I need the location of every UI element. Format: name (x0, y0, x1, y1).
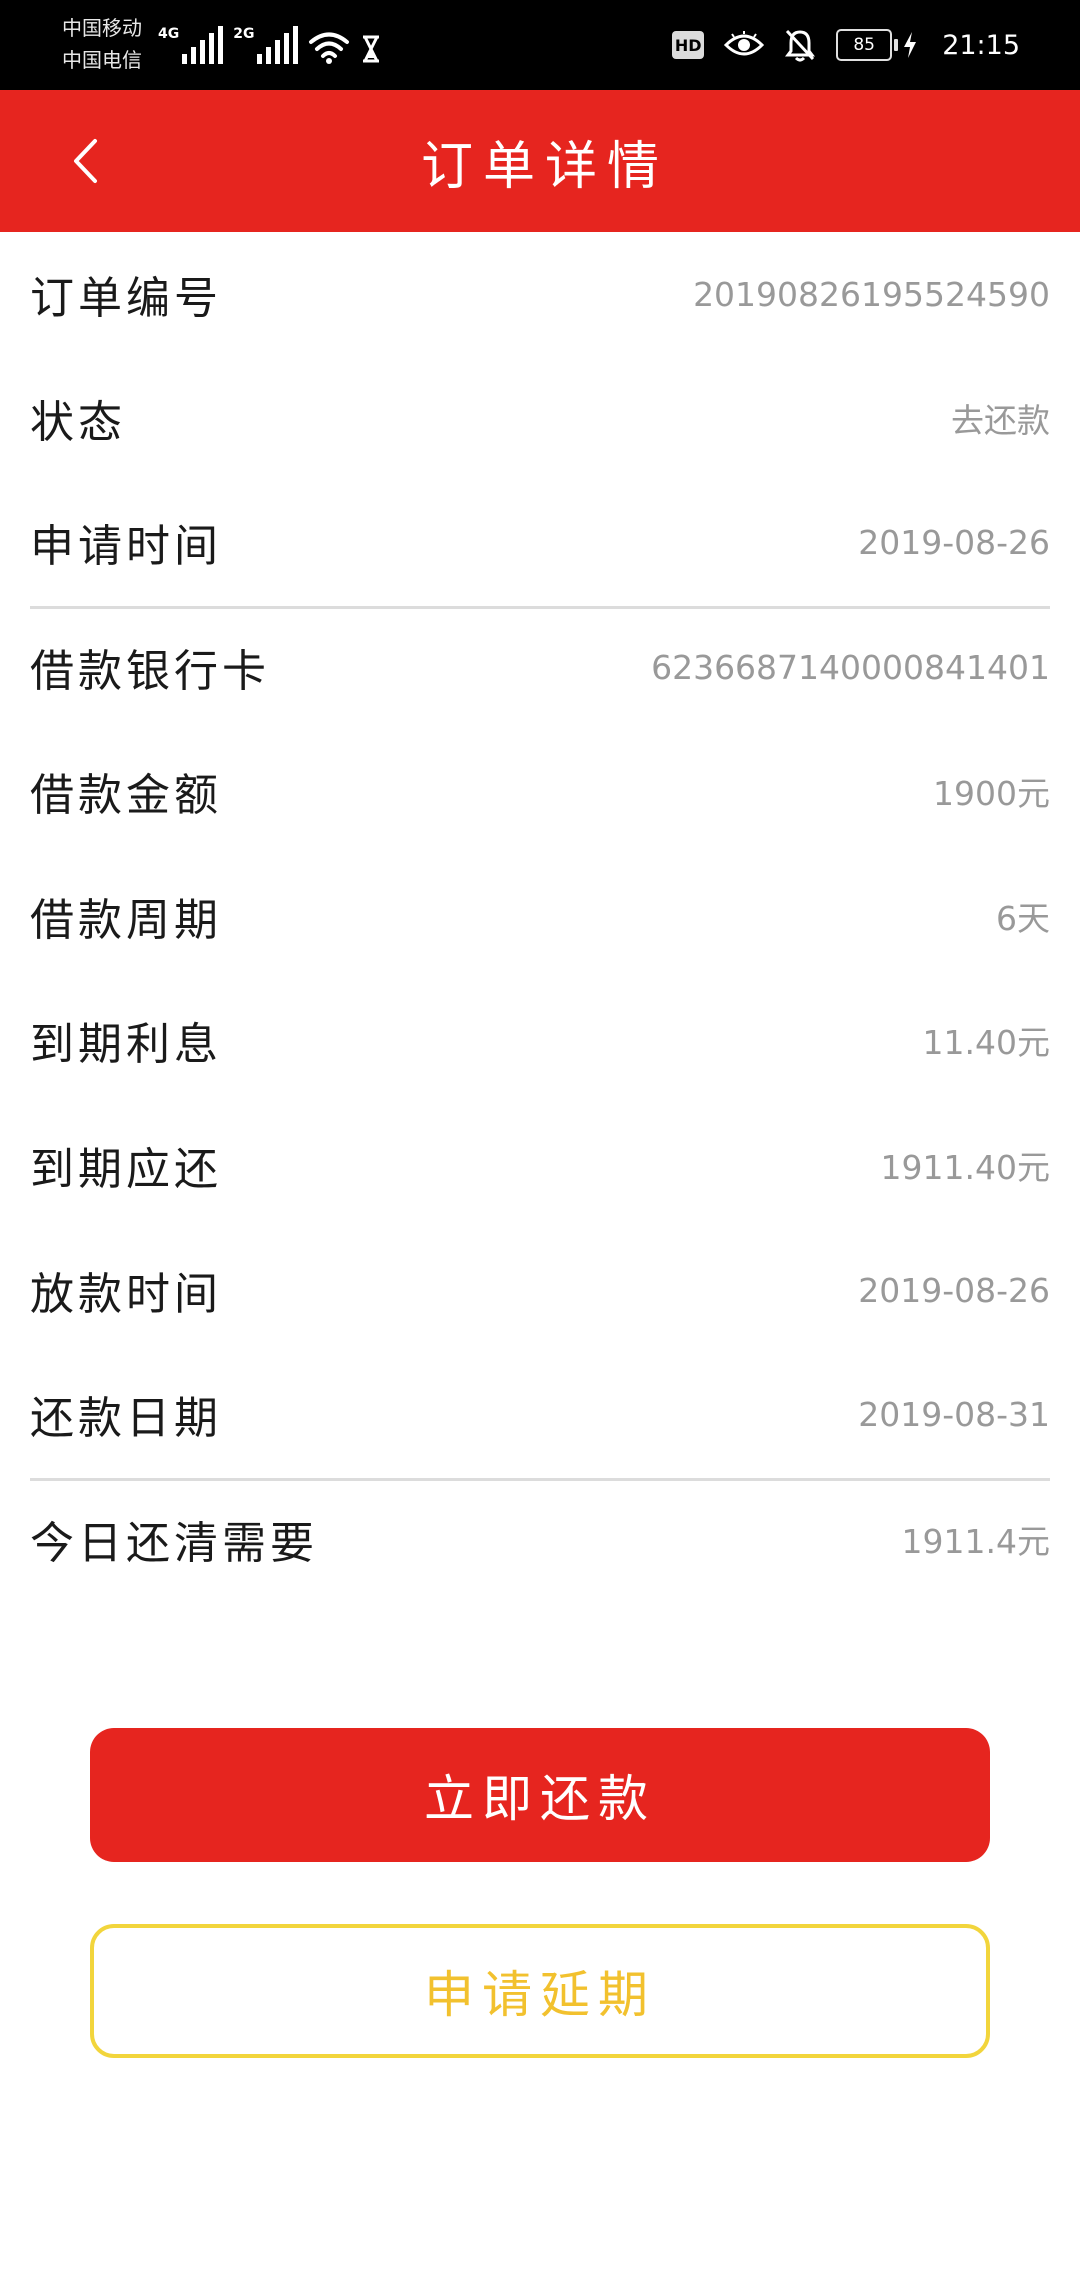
signal-indicators: 4G 2G (158, 22, 382, 64)
page-title: 订单详情 (420, 136, 669, 197)
row-value: 2019-08-31 (858, 1394, 1050, 1434)
row-disburse-time: 放款时间 2019-08-26 (30, 1228, 1050, 1352)
bell-muted-icon (785, 29, 816, 62)
row-label: 订单编号 (30, 273, 222, 324)
row-value: 11.40元 (922, 1023, 1050, 1062)
network-4g-label: 4G (158, 26, 180, 42)
row-label: 借款金额 (30, 770, 222, 821)
apply-extension-button[interactable]: 申请延期 (90, 1924, 990, 2058)
row-value: 2019-08-26 (858, 1270, 1050, 1310)
row-value: 6236687140000841401 (651, 647, 1050, 687)
row-label: 借款银行卡 (30, 646, 270, 697)
row-value: 1900元 (933, 774, 1050, 813)
row-value: 去还款 (951, 401, 1050, 440)
clock: 21:15 (942, 29, 1020, 61)
charging-icon (904, 32, 917, 58)
row-value: 6天 (996, 899, 1050, 938)
hourglass-icon (363, 35, 380, 63)
battery-level: 85 (836, 29, 893, 61)
row-label: 申请时间 (30, 521, 222, 572)
row-apply-time: 申请时间 2019-08-26 (30, 480, 1050, 604)
row-value: 1911.4元 (901, 1522, 1050, 1561)
row-label: 今日还清需要 (30, 1518, 318, 1569)
row-label: 借款周期 (30, 895, 222, 946)
row-repay-date: 还款日期 2019-08-31 (30, 1352, 1050, 1476)
network-2g-label: 2G (233, 26, 255, 42)
row-bank-card: 借款银行卡 6236687140000841401 (30, 605, 1050, 729)
signal-4g-icon: 4G (158, 26, 224, 64)
row-label: 还款日期 (30, 1393, 222, 1444)
eye-icon (724, 31, 765, 56)
row-value: 2019-08-26 (858, 522, 1050, 562)
wifi-icon (309, 32, 350, 64)
hd-badge: HD (672, 31, 705, 59)
row-label: 放款时间 (30, 1269, 222, 1320)
system-indicators: HD 85 21:15 (672, 0, 1020, 90)
row-value: 1911.40元 (880, 1148, 1050, 1187)
signal-2g-icon: 2G (233, 26, 299, 64)
row-label: 到期应还 (30, 1144, 222, 1195)
status-bar: 中国移动 中国电信 4G 2G HD 85 21:15 (0, 0, 1080, 90)
row-interest: 到期利息 11.40元 (30, 978, 1050, 1102)
row-loan-amount: 借款金额 1900元 (30, 729, 1050, 853)
row-label: 到期利息 (30, 1019, 222, 1070)
row-payoff-today: 今日还清需要 1911.4元 (30, 1477, 1050, 1601)
row-order-number: 订单编号 20190826195524590 (30, 232, 1050, 356)
row-due-amount: 到期应还 1911.40元 (30, 1103, 1050, 1227)
battery-icon: 85 (836, 29, 918, 61)
row-status: 状态 去还款 (30, 356, 1050, 480)
row-loan-period: 借款周期 6天 (30, 854, 1050, 978)
row-value: 20190826195524590 (693, 274, 1050, 314)
carrier-2: 中国电信 (62, 48, 142, 72)
app-header: 订单详情 (0, 90, 1080, 232)
row-label: 状态 (30, 397, 126, 448)
carrier-1: 中国移动 (62, 16, 142, 40)
carrier-info: 中国移动 中国电信 (62, 12, 172, 76)
repay-now-button[interactable]: 立即还款 (90, 1728, 990, 1862)
